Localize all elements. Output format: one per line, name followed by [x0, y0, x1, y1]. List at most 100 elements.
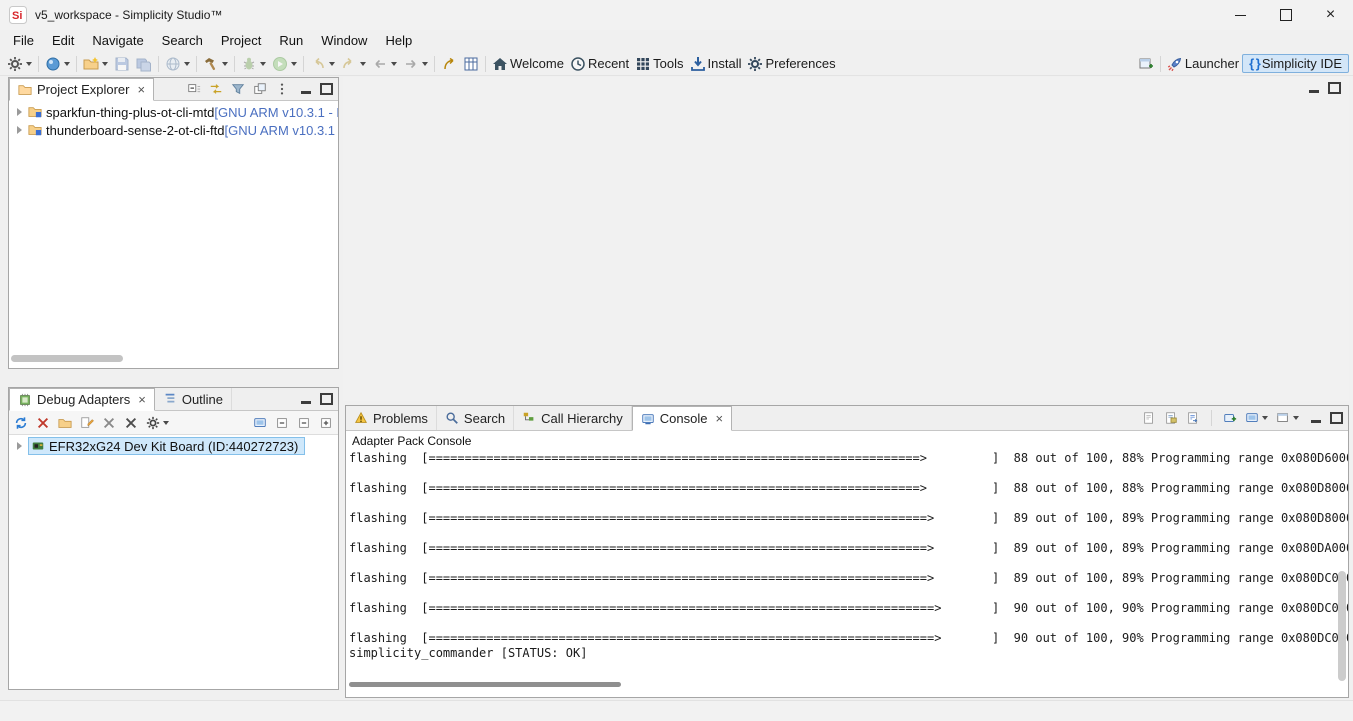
open-folder-icon[interactable]	[58, 416, 72, 430]
dropdown-caret-icon[interactable]	[222, 62, 228, 66]
chevron-right-icon[interactable]	[17, 442, 22, 450]
tree-item-project-1[interactable]: sparkfun-thing-plus-ot-cli-mtd [GNU ARM …	[9, 103, 338, 121]
chevron-right-icon[interactable]	[17, 126, 22, 134]
menu-help[interactable]: Help	[376, 31, 421, 51]
maximize-view-button[interactable]	[1328, 82, 1341, 94]
build-all-button[interactable]	[162, 55, 193, 73]
disconnect-icon[interactable]	[36, 416, 50, 430]
close-icon[interactable]: ×	[138, 393, 146, 406]
dropdown-caret-icon[interactable]	[391, 62, 397, 66]
dropdown-caret-icon[interactable]	[360, 62, 366, 66]
build-button[interactable]	[200, 55, 231, 73]
install-button[interactable]: Install	[687, 55, 745, 73]
menu-project[interactable]: Project	[212, 31, 270, 51]
launch-configuration-button[interactable]	[4, 55, 35, 73]
remove-all-icon[interactable]	[124, 416, 138, 430]
clear-console-icon[interactable]	[1142, 411, 1156, 425]
dropdown-caret-icon[interactable]	[163, 421, 169, 425]
simplicity-ide-perspective-button[interactable]: { } Simplicity IDE	[1242, 54, 1349, 73]
tab-search[interactable]: Search	[437, 406, 514, 430]
filter-icon[interactable]	[231, 82, 245, 96]
horizontal-scrollbar[interactable]	[11, 355, 336, 364]
maximize-view-button[interactable]	[1330, 412, 1343, 424]
menu-search[interactable]: Search	[153, 31, 212, 51]
console-output[interactable]: flashing [==============================…	[346, 450, 1348, 665]
tab-problems[interactable]: Problems	[346, 406, 437, 430]
minimize-view-button[interactable]	[1311, 420, 1321, 423]
focus-windows-icon[interactable]	[253, 82, 267, 96]
tab-call-hierarchy[interactable]: Call Hierarchy	[514, 406, 632, 430]
open-perspective-button[interactable]	[1135, 55, 1157, 73]
tab-outline[interactable]: Outline	[155, 388, 232, 410]
tab-debug-adapters[interactable]: Debug Adapters ×	[9, 388, 155, 411]
close-icon[interactable]: ×	[137, 83, 145, 96]
menu-run[interactable]: Run	[270, 31, 312, 51]
scrollbar-thumb[interactable]	[1338, 571, 1346, 681]
window-minimize-button[interactable]	[1218, 0, 1263, 30]
view-menu-icon[interactable]	[275, 82, 289, 96]
menu-window[interactable]: Window	[312, 31, 376, 51]
run-tool-button[interactable]	[42, 55, 73, 73]
menu-edit[interactable]: Edit	[43, 31, 83, 51]
maximize-view-button[interactable]	[320, 393, 333, 405]
collapse-all-icon[interactable]	[187, 82, 201, 96]
tree-item-project-2[interactable]: thunderboard-sense-2-ot-cli-ftd [GNU ARM…	[9, 121, 338, 139]
minimize-view-button[interactable]	[301, 91, 311, 94]
save-button[interactable]	[111, 55, 133, 73]
launcher-perspective-button[interactable]: Launcher	[1164, 55, 1242, 73]
rename-icon[interactable]	[80, 416, 94, 430]
word-wrap-icon[interactable]	[1186, 411, 1200, 425]
dropdown-caret-icon[interactable]	[422, 62, 428, 66]
run-button[interactable]	[269, 55, 300, 73]
link-with-editor-icon[interactable]	[209, 82, 223, 96]
close-icon[interactable]: ×	[715, 412, 723, 425]
scrollbar-thumb[interactable]	[349, 682, 621, 687]
debug-button[interactable]	[238, 55, 269, 73]
open-console-icon[interactable]	[1223, 411, 1237, 425]
window-close-button[interactable]: ×	[1308, 0, 1353, 30]
delete-icon[interactable]	[102, 416, 116, 430]
chevron-right-icon[interactable]	[17, 108, 22, 116]
save-all-button[interactable]	[133, 55, 155, 73]
menu-file[interactable]: File	[4, 31, 43, 51]
display-console-button[interactable]	[1245, 411, 1268, 425]
forward-history-button[interactable]	[338, 55, 369, 73]
dropdown-caret-icon[interactable]	[291, 62, 297, 66]
dropdown-caret-icon[interactable]	[1293, 416, 1299, 420]
dropdown-caret-icon[interactable]	[102, 62, 108, 66]
preferences-button[interactable]: Preferences	[744, 55, 838, 73]
maximize-view-button[interactable]	[320, 83, 333, 95]
new-wizard-button[interactable]	[80, 55, 111, 73]
dropdown-caret-icon[interactable]	[329, 62, 335, 66]
back-button[interactable]	[369, 55, 400, 73]
console-vertical-scrollbar[interactable]	[1337, 432, 1347, 683]
last-edit-location-button[interactable]	[438, 55, 460, 73]
expand-all-icon[interactable]	[319, 416, 333, 430]
editor-area[interactable]	[343, 77, 1349, 401]
console-horizontal-scrollbar[interactable]	[349, 680, 1346, 689]
refresh-icon[interactable]	[14, 416, 28, 430]
dropdown-caret-icon[interactable]	[1262, 416, 1268, 420]
recent-button[interactable]: Recent	[567, 55, 632, 73]
selected-adapter[interactable]: EFR32xG24 Dev Kit Board (ID:440272723)	[28, 437, 305, 455]
back-history-button[interactable]	[307, 55, 338, 73]
minimize-view-button[interactable]	[301, 401, 311, 404]
tools-button[interactable]: Tools	[632, 55, 686, 73]
minimize-view-button[interactable]	[1309, 90, 1319, 93]
menu-navigate[interactable]: Navigate	[83, 31, 152, 51]
dropdown-caret-icon[interactable]	[260, 62, 266, 66]
tree-item-adapter[interactable]: EFR32xG24 Dev Kit Board (ID:440272723)	[9, 437, 338, 455]
scrollbar-thumb[interactable]	[11, 355, 123, 362]
scroll-lock-icon[interactable]	[1164, 411, 1178, 425]
collapse-all-alt-icon[interactable]	[297, 416, 311, 430]
new-console-view-button[interactable]	[1276, 411, 1299, 425]
welcome-button[interactable]: Welcome	[489, 55, 567, 73]
dropdown-caret-icon[interactable]	[64, 62, 70, 66]
dropdown-caret-icon[interactable]	[184, 62, 190, 66]
dropdown-caret-icon[interactable]	[26, 62, 32, 66]
show-console-icon[interactable]	[253, 416, 267, 430]
tab-console[interactable]: Console ×	[632, 406, 732, 431]
window-maximize-button[interactable]	[1263, 0, 1308, 30]
forward-button[interactable]	[400, 55, 431, 73]
adapter-settings-button[interactable]	[146, 416, 169, 430]
